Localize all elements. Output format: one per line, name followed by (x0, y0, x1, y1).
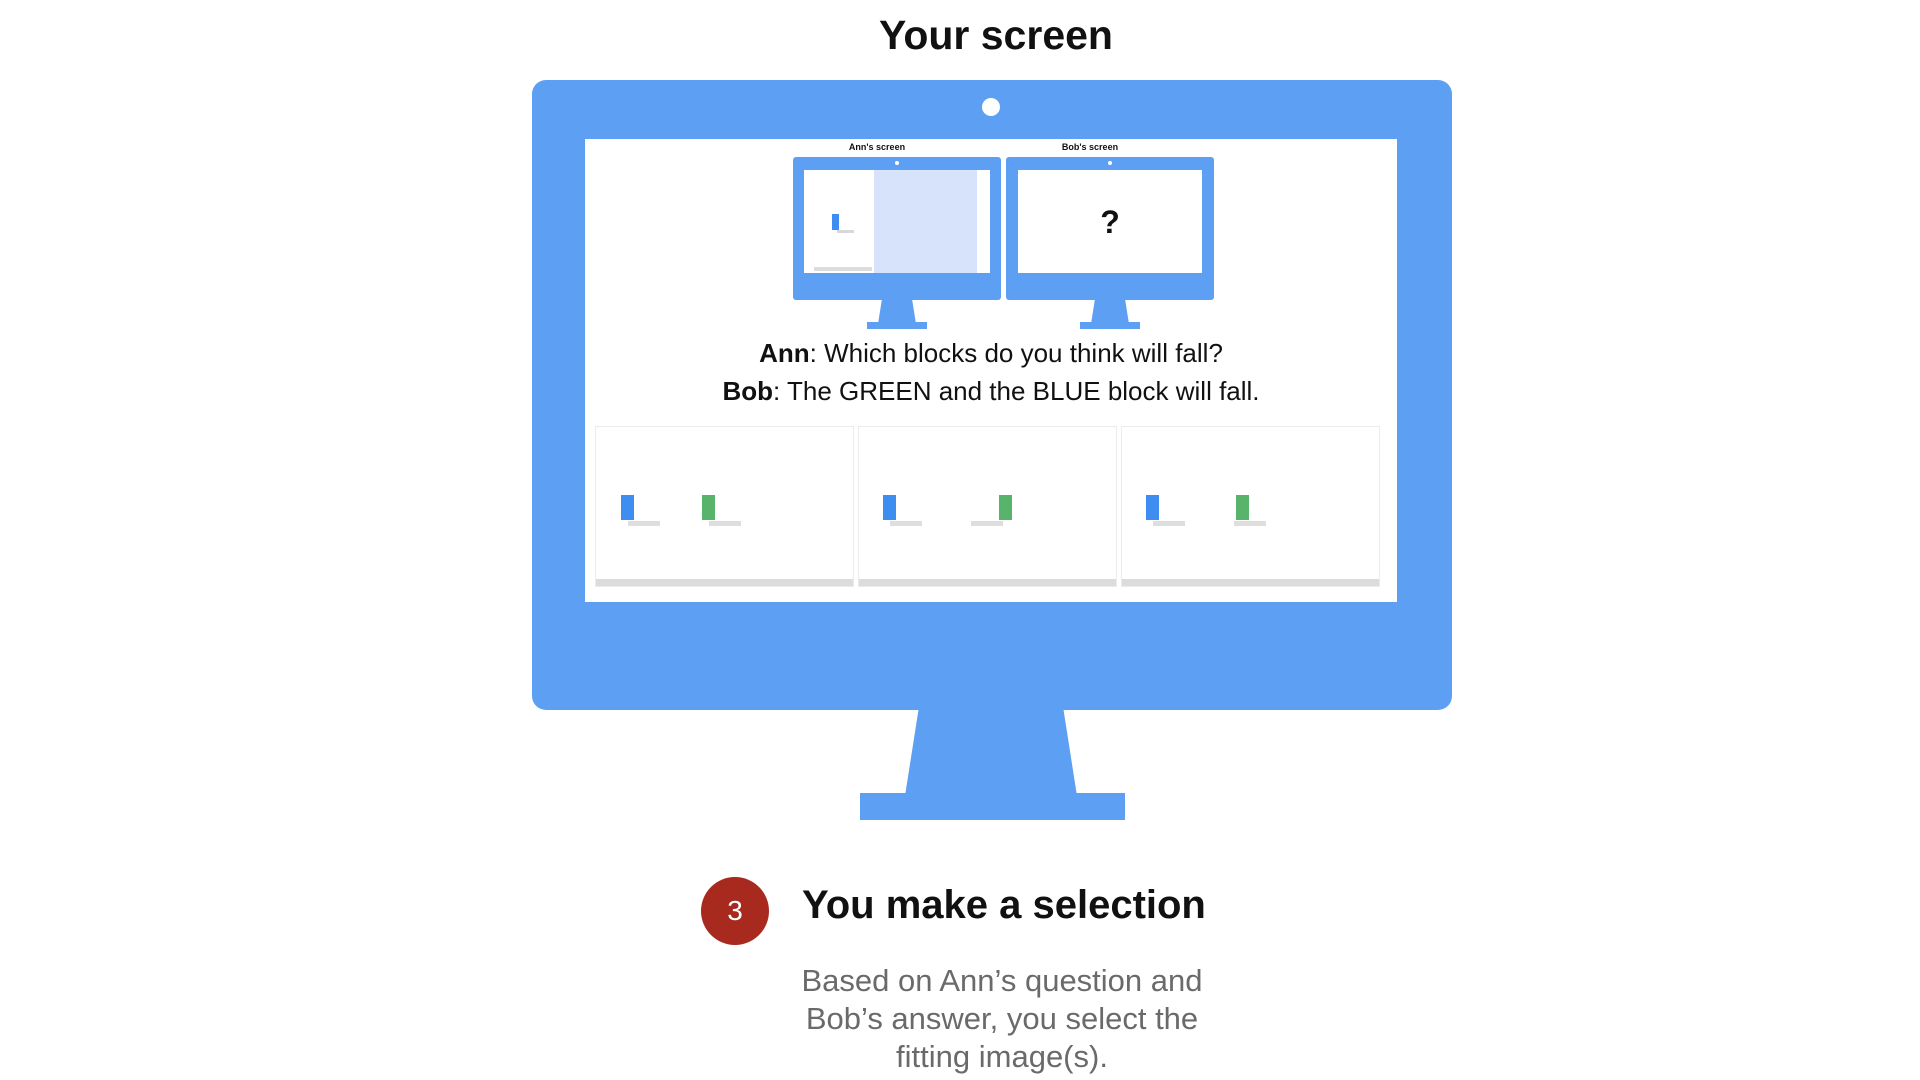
camera-dot (982, 98, 1000, 116)
bob-mini-screen: ? (1018, 170, 1202, 273)
ann-mini-base (867, 322, 927, 329)
monitor-screen: Ann's screen Bob's screen ? Ann: Which b… (585, 139, 1397, 602)
ann-highlight-area (874, 170, 977, 273)
monitor-stand-base (860, 793, 1125, 820)
ledge (1153, 521, 1185, 526)
ann-mini-camera-dot (895, 161, 899, 165)
bob-speaker: Bob (722, 376, 774, 406)
ann-mini-screen (804, 170, 990, 273)
green-block (999, 495, 1012, 520)
page-title: Your screen (879, 12, 1113, 58)
blue-block (621, 495, 634, 520)
blue-block (1146, 495, 1159, 520)
ann-blue-block (832, 214, 839, 230)
bob-mini-base (1080, 322, 1140, 329)
ann-question-text: : Which blocks do you think will fall? (809, 338, 1223, 368)
bob-mini-neck (1091, 300, 1129, 324)
step-heading: You make a selection (802, 883, 1206, 927)
bob-mini-camera-dot (1108, 161, 1112, 165)
ann-mini-monitor (793, 157, 1001, 300)
option-image-1[interactable] (595, 426, 854, 587)
step-description: Based on Ann’s question and Bob’s answer… (752, 962, 1252, 1076)
ann-speaker: Ann (759, 338, 810, 368)
option-image-3[interactable] (1121, 426, 1380, 587)
step-description-line: Bob’s answer, you select the (805, 1001, 1199, 1036)
ann-ledge (837, 230, 854, 233)
bob-mini-monitor: ? (1006, 157, 1214, 300)
bob-screen-title: Bob's screen (1061, 142, 1119, 152)
step-description-line: fitting image(s). (896, 1039, 1108, 1074)
ledge (890, 521, 922, 526)
ledge (628, 521, 660, 526)
floor (1122, 579, 1379, 586)
ledge (971, 521, 1003, 526)
ledge (709, 521, 741, 526)
step-number-badge: 3 (701, 877, 769, 945)
ann-mini-neck (878, 300, 916, 324)
step-description-line: Based on Ann’s question and (801, 963, 1203, 998)
bob-answer-text: : The GREEN and the BLUE block will fall… (773, 376, 1260, 406)
blue-block (883, 495, 896, 520)
green-block (702, 495, 715, 520)
ledge (1234, 521, 1266, 526)
floor (859, 579, 1116, 586)
option-image-2[interactable] (858, 426, 1117, 587)
ann-screen-title: Ann's screen (848, 142, 906, 152)
floor (596, 579, 853, 586)
ann-floor (814, 267, 872, 271)
monitor-stand-neck (905, 708, 1077, 796)
bob-answer: Bob: The GREEN and the BLUE block will f… (585, 372, 1397, 410)
green-block (1236, 495, 1249, 520)
bob-unknown-placeholder: ? (1100, 204, 1120, 240)
ann-question: Ann: Which blocks do you think will fall… (585, 334, 1397, 372)
